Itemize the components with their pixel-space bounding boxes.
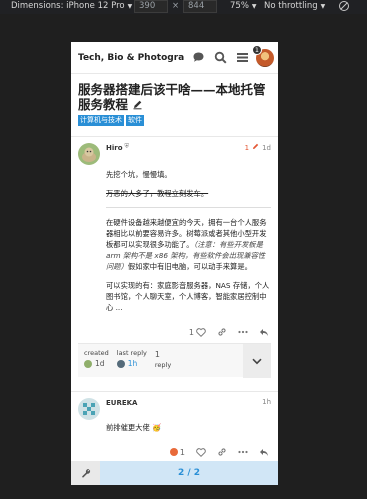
more-button[interactable] (238, 330, 248, 334)
post-1: Hiro ⛨ 1 1d 先挖个坑，慢慢填。 万恶的人多了，教程立刻发车。 在硬件… (71, 136, 278, 378)
expand-summary-button[interactable] (243, 344, 271, 378)
summary-last-reply[interactable]: last reply 1h (116, 349, 147, 368)
search-icon[interactable] (213, 50, 228, 65)
post-paragraph: 前排催更大佬 🥳 (106, 423, 162, 432)
tag-software[interactable]: 软件 (126, 115, 144, 126)
link-icon (218, 328, 226, 336)
width-input[interactable]: 390 (134, 0, 168, 13)
link-icon (218, 448, 226, 456)
ellipsis-icon (238, 330, 248, 334)
edit-pencil-icon[interactable] (132, 98, 143, 113)
reply-button[interactable] (259, 328, 269, 337)
like-button[interactable] (196, 447, 206, 457)
user-avatar[interactable]: 1 (252, 44, 274, 67)
topic-footer: 2 / 2 (71, 461, 278, 485)
post-body: 先挖个坑，慢慢填。 万恶的人多了，教程立刻发车。 在硬件设备越来越便宜的今天，拥… (71, 169, 278, 313)
wrench-icon (81, 469, 90, 478)
devtools-toolbar: Dimensions: iPhone 12 Pro ▼ 390 × 844 75%… (0, 0, 367, 14)
height-input[interactable]: 844 (183, 0, 217, 13)
reaction-emoji-icon (169, 448, 178, 456)
post-body: 前排催更大佬 🥳 (71, 422, 278, 433)
divider (106, 207, 271, 208)
like-count: 1 (179, 447, 185, 457)
ellipsis-icon (238, 450, 248, 454)
post-meta: 1 1d (245, 143, 271, 152)
reply-icon (260, 448, 268, 456)
like-count: 1 (188, 327, 194, 337)
reaction-button[interactable]: 1 (169, 447, 185, 457)
zoom-select[interactable]: 75% ▼ (230, 1, 257, 11)
post-age[interactable]: 1h (262, 398, 271, 406)
topic-summary: created 1d last reply 1h 1 reply (78, 343, 271, 378)
phone-viewport: Tech, Bio & Photography 1 服务器搭建后该干啥——本地托… (71, 42, 278, 485)
post-meta: 1h (262, 398, 271, 406)
menu-icon[interactable] (235, 50, 250, 65)
site-title[interactable]: Tech, Bio & Photography (78, 53, 184, 63)
times-separator: × (172, 1, 180, 11)
copy-link-button[interactable] (217, 447, 227, 457)
party-emoji: 🥳 (152, 423, 162, 432)
throttle-select[interactable]: No throttling ▼ (264, 1, 325, 11)
heart-icon (196, 447, 206, 457)
copy-link-button[interactable] (217, 327, 227, 337)
device-select[interactable]: Dimensions: iPhone 12 Pro ▼ (11, 1, 132, 11)
avatar[interactable] (78, 398, 100, 420)
post-actions: 1 (71, 441, 278, 463)
more-button[interactable] (238, 450, 248, 454)
post-paragraph: 可以实现的有：家庭影音服务器，NAS 存储，个人图书馆，个人聊天室，个人博客，智… (106, 281, 270, 312)
chat-icon[interactable] (191, 50, 206, 65)
topic-title: 服务器搭建后该干啥——本地托管服务教程 (78, 82, 266, 113)
reply-icon (260, 328, 268, 336)
post-paragraph: 在硬件设备越来越便宜的今天，拥有一台个人服务器相比以前要容易许多。树莓派或者其他… (106, 218, 267, 271)
progress-label: 2 / 2 (177, 468, 201, 478)
post-username[interactable]: Hiro (106, 144, 123, 152)
topic-tags: 计算机与技术 软件 (71, 113, 278, 126)
shield-icon: ⛨ (124, 143, 130, 150)
summary-replies: 1 reply (154, 350, 172, 369)
post-paragraph: 先挖个坑，慢慢填。 (106, 170, 172, 179)
rotate-icon[interactable] (338, 0, 350, 12)
avatar[interactable] (78, 143, 100, 165)
post-2: EUREKA 1h 前排催更大佬 🥳 1 (71, 391, 278, 463)
notification-badge: 1 (252, 44, 262, 55)
post-header: Hiro ⛨ 1 1d (71, 137, 278, 169)
pencil-icon[interactable] (252, 143, 259, 152)
avatar (116, 359, 125, 368)
post-age[interactable]: 1d (262, 144, 271, 152)
like-button[interactable]: 1 (189, 328, 206, 337)
chevron-down-icon (252, 358, 262, 364)
heart-icon (196, 327, 206, 337)
topic-progress[interactable]: 2 / 2 (100, 461, 278, 485)
post-header: EUREKA 1h (71, 392, 278, 422)
admin-wrench-button[interactable] (71, 461, 100, 485)
site-header: Tech, Bio & Photography 1 (71, 42, 278, 74)
post-actions: 1 (71, 321, 278, 343)
avatar (84, 359, 92, 368)
reply-button[interactable] (259, 448, 269, 457)
edit-history-count[interactable]: 1 (245, 144, 249, 152)
post-username[interactable]: EUREKA (106, 399, 137, 407)
tag-computing[interactable]: 计算机与技术 (78, 115, 124, 126)
summary-created: created 1d (84, 349, 109, 368)
post-strikethrough-text: 万恶的人多了，教程立刻发车。 (106, 189, 209, 198)
